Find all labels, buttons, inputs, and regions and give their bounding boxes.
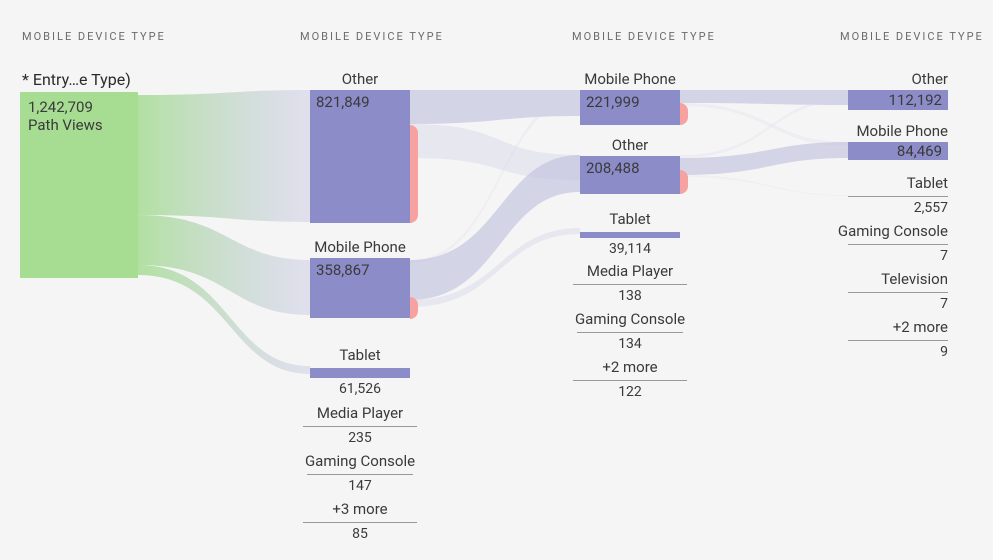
col-header-1: MOBILE DEVICE TYPE (22, 30, 166, 43)
node-value: 235 (303, 430, 417, 446)
node-c2-tablet[interactable]: Tablet 61,526 (303, 346, 417, 397)
entry-node-title: * Entry…e Type) (22, 70, 131, 89)
node-value: 221,999 (586, 93, 640, 111)
node-value: 39,114 (573, 241, 687, 257)
node-label: Mobile Phone (580, 70, 680, 90)
node-c3-gaming[interactable]: Gaming Console 134 (567, 310, 693, 352)
node-c2-more[interactable]: +3 more 85 (303, 500, 417, 542)
node-c4-tv[interactable]: Television 7 (848, 270, 962, 312)
node-c4-other[interactable]: Other 112,192 (848, 70, 948, 110)
node-c4-tablet[interactable]: Tablet 2,557 (848, 174, 962, 216)
col-header-3: MOBILE DEVICE TYPE (572, 30, 716, 43)
node-value: 122 (573, 384, 687, 400)
node-c3-more[interactable]: +2 more 122 (573, 358, 687, 400)
node-value: 9 (848, 344, 962, 360)
node-label: +3 more (303, 500, 417, 518)
flow-chart: MOBILE DEVICE TYPE MOBILE DEVICE TYPE MO… (0, 0, 993, 560)
node-label: Mobile Phone (848, 122, 948, 142)
node-c3-mobile[interactable]: Mobile Phone 221,999 (580, 70, 680, 125)
node-label: Media Player (303, 404, 417, 422)
node-value: 2,557 (848, 200, 962, 216)
node-value: 85 (303, 526, 417, 542)
node-value: 147 (297, 478, 423, 494)
node-label: Mobile Phone (310, 238, 410, 258)
node-value: 358,867 (316, 261, 370, 279)
entry-node[interactable]: 1,242,709 Path Views (20, 92, 138, 278)
dropoff-c3-mobile (680, 103, 688, 125)
node-label: Other (310, 70, 410, 90)
node-c2-media[interactable]: Media Player 235 (303, 404, 417, 446)
dropoff-c3-other (680, 170, 688, 194)
node-label: Other (848, 70, 948, 90)
node-label: Gaming Console (297, 452, 423, 470)
node-label: Other (580, 136, 680, 156)
node-c3-tablet[interactable]: Tablet 39,114 (573, 210, 687, 257)
node-label: +2 more (848, 318, 962, 336)
node-c4-more[interactable]: +2 more 9 (848, 318, 962, 360)
node-label: +2 more (573, 358, 687, 376)
node-c2-mobile[interactable]: Mobile Phone 358,867 (310, 238, 410, 318)
node-value: 7 (836, 248, 962, 264)
col-header-4: MOBILE DEVICE TYPE (840, 30, 984, 43)
node-label: Tablet (573, 210, 687, 228)
node-value: 208,488 (586, 159, 640, 177)
entry-node-sublabel: Path Views (20, 116, 138, 134)
node-value: 84,469 (897, 142, 942, 160)
node-value: 7 (848, 296, 962, 312)
node-label: Television (848, 270, 962, 288)
node-c4-gaming[interactable]: Gaming Console 7 (836, 222, 962, 264)
node-value: 138 (573, 288, 687, 304)
node-label: Tablet (303, 346, 417, 364)
dropoff-c2-other (410, 125, 418, 223)
node-c2-other[interactable]: Other 821,849 (310, 70, 410, 223)
dropoff-c2-mobile (410, 297, 418, 319)
flow-paths (0, 0, 993, 560)
node-label: Gaming Console (836, 222, 962, 240)
node-c4-mobile[interactable]: Mobile Phone 84,469 (848, 122, 948, 160)
node-value: 61,526 (303, 381, 417, 397)
node-label: Media Player (573, 262, 687, 280)
node-value: 134 (567, 336, 693, 352)
node-c3-other[interactable]: Other 208,488 (580, 136, 680, 194)
node-label: Tablet (848, 174, 962, 192)
entry-node-value: 1,242,709 (20, 92, 138, 116)
node-c3-media[interactable]: Media Player 138 (573, 262, 687, 304)
node-label: Gaming Console (567, 310, 693, 328)
col-header-2: MOBILE DEVICE TYPE (300, 30, 444, 43)
node-value: 821,849 (316, 93, 370, 111)
node-value: 112,192 (888, 91, 942, 109)
node-c2-gaming[interactable]: Gaming Console 147 (297, 452, 423, 494)
